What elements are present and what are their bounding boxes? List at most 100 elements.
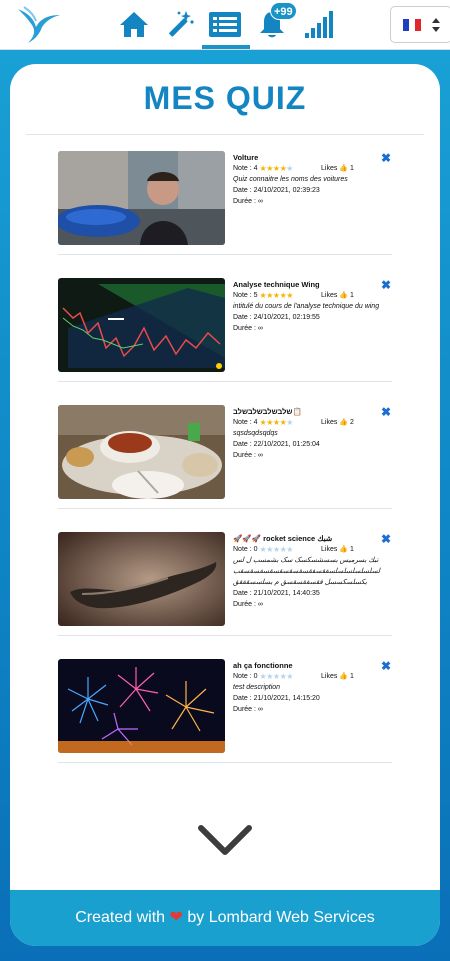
star-empty-icon: ★ [286, 545, 293, 554]
likes-group: Likes 👍 1 [321, 671, 354, 682]
quiz-meta: Note : 4 ★★★★★ Likes 👍 1 [233, 163, 393, 174]
likes-group: Likes 👍 1 [321, 163, 354, 174]
thumbs-up-icon[interactable]: 👍 [339, 546, 348, 553]
quiz-thumbnail[interactable] [58, 659, 225, 753]
quiz-duration: ∞ [257, 452, 263, 459]
quiz-list-icon[interactable] [208, 8, 242, 40]
likes-group: Likes 👍 1 [321, 290, 354, 301]
note-label: Note : [233, 673, 252, 680]
quiz-rating: 5 [253, 292, 258, 299]
thumbs-up-icon[interactable]: 👍 [339, 165, 348, 172]
quiz-item[interactable]: 🚀🚀🚀 rocket science شبك Note : 0 ★★★★★ Li… [58, 509, 392, 636]
quiz-duration: ∞ [257, 198, 263, 205]
quiz-date: 24/10/2021, 02:19:55 [253, 314, 320, 321]
quiz-item[interactable]: Analyse technique Wing Note : 5 ★★★★★ Li… [58, 255, 392, 382]
quiz-meta: Note : 0 ★★★★★ Likes 👍 1 [233, 671, 393, 682]
rating-stars: ★★★★★ [260, 671, 294, 682]
bird-logo-icon[interactable] [14, 3, 64, 47]
star-empty-icon: ★ [266, 672, 273, 681]
quiz-date: 21/10/2021, 14:40:35 [253, 590, 320, 597]
delete-icon[interactable]: ✖ [380, 279, 392, 291]
quiz-info: Volture Note : 4 ★★★★★ Likes 👍 1 Quiz co… [233, 152, 393, 207]
signal-bars-icon[interactable] [304, 8, 336, 40]
duration-line: Durée : ∞ [233, 196, 393, 207]
quiz-item[interactable]: שלבשלבשלבשלב📋 Note : 4 ★★★★★ Likes 👍 2 s… [58, 382, 392, 509]
note-label: Note : [233, 419, 252, 426]
quiz-title[interactable]: Analyse technique Wing [233, 279, 393, 290]
quiz-item[interactable]: Volture Note : 4 ★★★★★ Likes 👍 1 Quiz co… [58, 128, 392, 255]
quiz-item[interactable]: ah ça fonctionne Note : 0 ★★★★★ Likes 👍 … [58, 636, 392, 763]
star-filled-icon: ★ [266, 418, 273, 427]
quiz-info: שלבשלבשלבשלב📋 Note : 4 ★★★★★ Likes 👍 2 s… [233, 406, 393, 461]
quiz-description: تبك بسرمیس بسسشسکسک سک بشمسب ل لس لسلسلس… [233, 557, 380, 575]
language-select[interactable] [390, 6, 450, 43]
note-label: Note : [233, 292, 252, 299]
quiz-info: ah ça fonctionne Note : 0 ★★★★★ Likes 👍 … [233, 660, 393, 715]
likes-group: Likes 👍 2 [321, 417, 354, 428]
duration-label: Durée : [233, 198, 256, 205]
likes-label: Likes [321, 546, 338, 553]
delete-icon[interactable]: ✖ [380, 152, 392, 164]
likes-label: Likes [321, 165, 338, 172]
quiz-meta: Note : 5 ★★★★★ Likes 👍 1 [233, 290, 393, 301]
duration-line: Durée : ∞ [233, 599, 393, 610]
quiz-thumbnail[interactable] [58, 532, 225, 626]
date-line: Date : 22/10/2021, 01:25:04 [233, 439, 393, 450]
quiz-date: 21/10/2021, 14:15:20 [253, 695, 320, 702]
quiz-info: Analyse technique Wing Note : 5 ★★★★★ Li… [233, 279, 393, 334]
duration-label: Durée : [233, 452, 256, 459]
quiz-meta: Note : 4 ★★★★★ Likes 👍 2 [233, 417, 393, 428]
date-label: Date : [233, 187, 252, 194]
date-label: Date : [233, 590, 252, 597]
likes-label: Likes [321, 292, 338, 299]
quiz-rating: 4 [253, 165, 258, 172]
quiz-thumbnail[interactable] [58, 151, 225, 245]
likes-label: Likes [321, 673, 338, 680]
thumbs-up-icon[interactable]: 👍 [339, 673, 348, 680]
heart-icon: ❤ [169, 909, 183, 926]
footer-prefix: Created with [75, 909, 166, 926]
quiz-description: Quiz connaitre les noms des voitures [233, 176, 348, 183]
star-empty-icon: ★ [272, 545, 280, 554]
likes-count: 1 [349, 546, 354, 553]
delete-icon[interactable]: ✖ [380, 660, 392, 672]
magic-wand-icon[interactable] [164, 8, 196, 40]
footer-suffix: by Lombard Web Services [187, 909, 375, 926]
date-line: Date : 24/10/2021, 02:39:23 [233, 185, 393, 196]
date-line: Date : 21/10/2021, 14:40:35 [233, 588, 393, 599]
quiz-rating: 4 [253, 419, 258, 426]
likes-count: 1 [349, 165, 354, 172]
rating-stars: ★★★★★ [260, 544, 294, 555]
rating-stars: ★★★★★ [260, 290, 294, 301]
quiz-thumbnail[interactable] [58, 405, 225, 499]
quiz-title[interactable]: ah ça fonctionne [233, 660, 393, 671]
thumbs-up-icon[interactable]: 👍 [339, 292, 348, 299]
delete-icon[interactable]: ✖ [380, 533, 392, 545]
home-icon[interactable] [118, 8, 150, 40]
likes-count: 2 [349, 419, 354, 426]
quiz-title[interactable]: Volture [233, 152, 393, 163]
quiz-duration: ∞ [257, 601, 263, 608]
star-empty-icon: ★ [286, 672, 293, 681]
quiz-thumbnail[interactable] [58, 278, 225, 372]
star-empty-icon: ★ [266, 545, 273, 554]
date-label: Date : [233, 441, 252, 448]
quiz-description: sqsdsqdsqdqs [233, 430, 278, 437]
quiz-title[interactable]: 🚀🚀🚀 rocket science شبك [233, 533, 393, 544]
star-filled-icon: ★ [266, 291, 273, 300]
quiz-duration: ∞ [257, 706, 263, 713]
delete-icon[interactable]: ✖ [380, 406, 392, 418]
note-label: Note : [233, 165, 252, 172]
page-title: MES QUIZ [143, 80, 307, 116]
chevron-down-icon[interactable] [197, 824, 253, 858]
thumbs-up-icon[interactable]: 👍 [339, 419, 348, 426]
quiz-title[interactable]: שלבשלבשלבשלב📋 [233, 406, 393, 417]
rating-stars: ★★★★★ [260, 417, 294, 428]
date-label: Date : [233, 695, 252, 702]
quiz-duration: ∞ [257, 325, 263, 332]
footer: Created with ❤ by Lombard Web Services [10, 890, 440, 946]
likes-label: Likes [321, 419, 338, 426]
likes-count: 1 [349, 292, 354, 299]
select-arrows-icon [432, 18, 440, 32]
quiz-card: MES QUIZ Volture Note : 4 ★★★★★ Likes 👍 … [10, 64, 440, 946]
